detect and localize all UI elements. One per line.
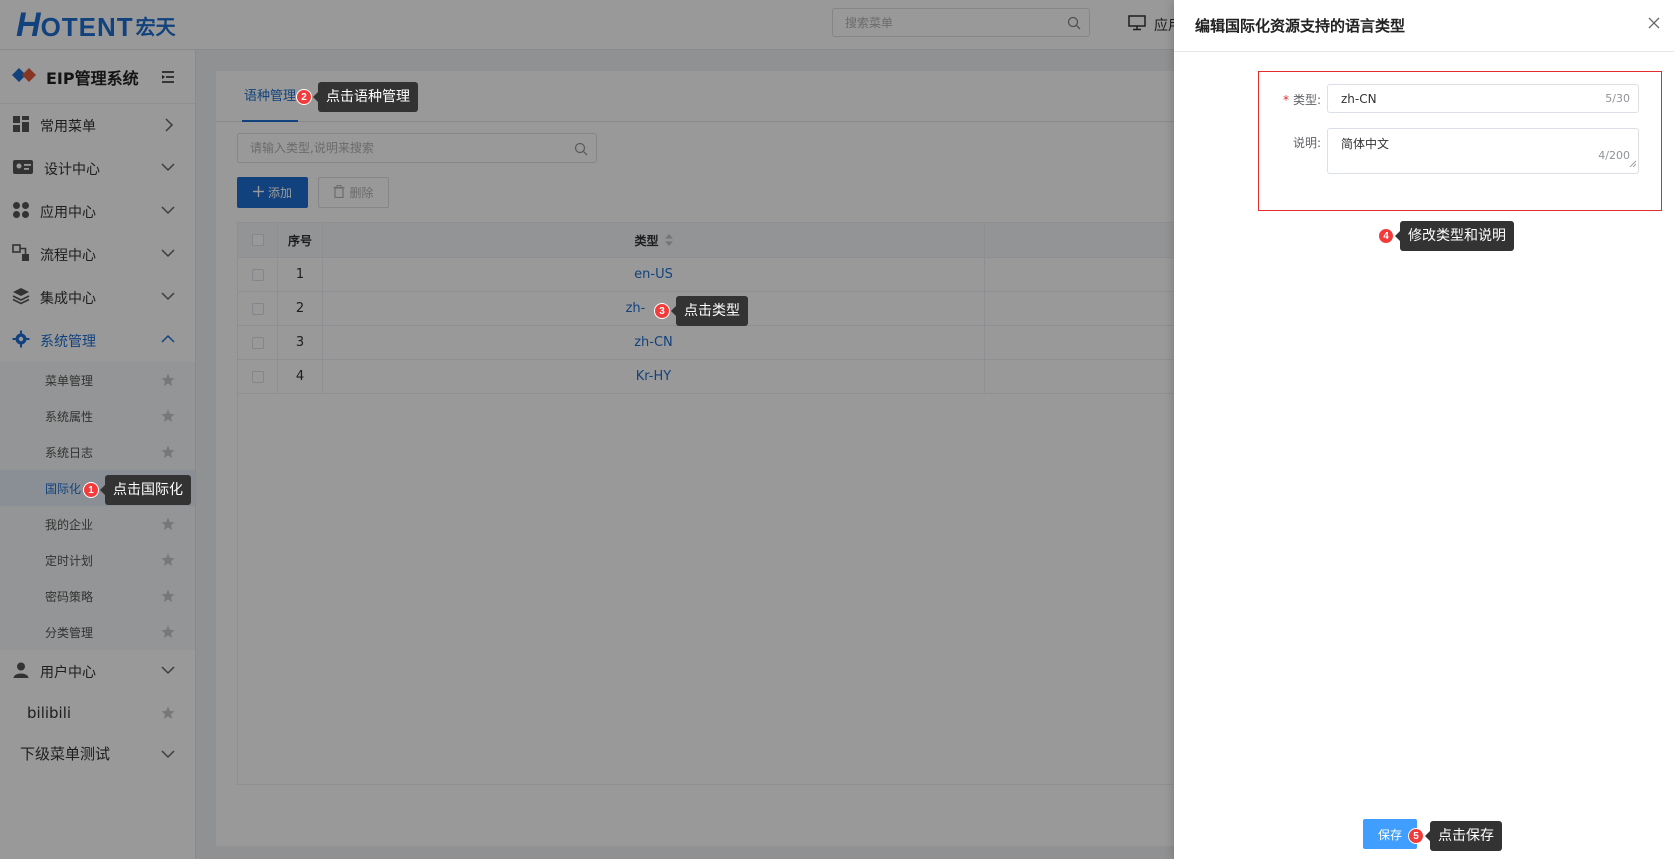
step-tooltip: 修改类型和说明 <box>1395 221 1514 251</box>
step-badge: 3 <box>654 303 670 319</box>
step-badge: 4 <box>1378 228 1394 244</box>
step-annotation-2: 2 点击语种管理 <box>296 82 418 112</box>
step-badge: 1 <box>83 482 99 498</box>
desc-counter: 4/200 <box>1598 149 1630 162</box>
step-badge: 5 <box>1408 828 1424 844</box>
type-field[interactable]: 5/30 <box>1327 84 1639 113</box>
step-annotation-4: 4 修改类型和说明 <box>1378 221 1514 251</box>
type-label-text: 类型: <box>1292 93 1321 107</box>
modal-mask[interactable] <box>0 0 1174 859</box>
type-counter: 5/30 <box>1605 92 1630 105</box>
type-input[interactable] <box>1328 85 1568 112</box>
step-tooltip: 点击国际化 <box>100 475 191 505</box>
desc-form-row: 说明: 简体中文 4/200 <box>1259 128 1661 174</box>
step-annotation-1: 1 点击国际化 <box>83 475 191 505</box>
step-annotation-5: 5 点击保存 <box>1408 821 1502 851</box>
desc-label: 说明: <box>1292 136 1321 150</box>
type-label: * 类型: <box>1283 91 1321 108</box>
step-tooltip: 点击语种管理 <box>313 82 418 112</box>
edit-drawer: 编辑国际化资源支持的语言类型 *类型: 5/30 说明: 简体中文 4/200 <box>1174 0 1674 859</box>
desc-textarea[interactable]: 简体中文 <box>1328 129 1638 173</box>
step-tooltip: 点击保存 <box>1425 821 1502 851</box>
step-badge: 2 <box>296 89 312 105</box>
required-mark: * <box>1282 93 1289 107</box>
close-icon[interactable] <box>1648 14 1660 33</box>
type-form-row: *类型: 5/30 <box>1259 84 1661 114</box>
step-tooltip: 点击类型 <box>671 296 748 326</box>
drawer-title: 编辑国际化资源支持的语言类型 <box>1195 17 1406 35</box>
resize-grip-icon[interactable] <box>1629 152 1637 171</box>
drawer-header: 编辑国际化资源支持的语言类型 <box>1174 0 1674 52</box>
desc-field[interactable]: 简体中文 4/200 <box>1327 128 1639 174</box>
form-highlight: *类型: 5/30 说明: 简体中文 4/200 <box>1258 71 1662 211</box>
step-annotation-3: 3 点击类型 <box>654 296 748 326</box>
